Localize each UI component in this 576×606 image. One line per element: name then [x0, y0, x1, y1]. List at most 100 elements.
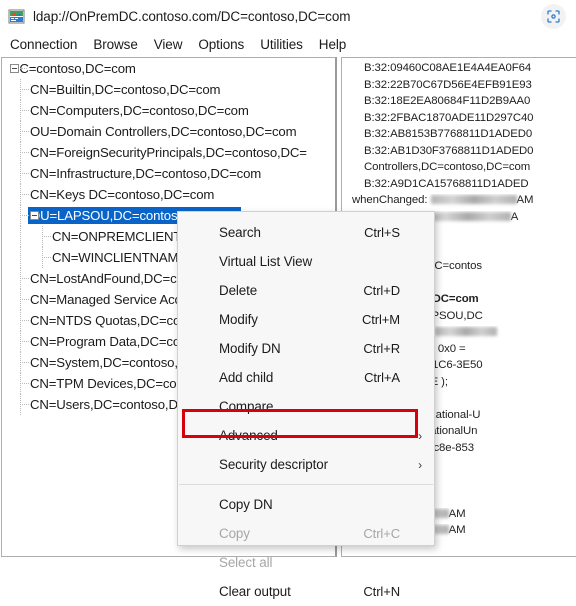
- tree-collapse-icon[interactable]: [10, 64, 19, 73]
- tree-connector-line: [20, 194, 30, 195]
- context-menu-item-search[interactable]: Search Ctrl+S: [178, 218, 434, 247]
- submenu-chevron-right-icon: ›: [418, 428, 422, 443]
- context-menu-item-label: Virtual List View: [219, 254, 313, 269]
- tree-connector-line: [20, 173, 30, 174]
- tree-node-label: CN=Builtin,DC=contoso,DC=com: [30, 82, 221, 97]
- tree-connector-line: [20, 278, 30, 279]
- tree-connector-line: [20, 320, 30, 321]
- tree-connector-line: [20, 110, 30, 111]
- redacted-timestamp: [424, 211, 511, 221]
- context-menu-item-shortcut: Ctrl+S: [364, 225, 400, 240]
- tree-node-label: OU=Domain Controllers,DC=contoso,DC=com: [30, 124, 297, 139]
- tree-connector-line: [42, 236, 51, 237]
- context-menu-item-label: Copy: [219, 526, 250, 541]
- output-line-suffix: AM: [516, 194, 534, 206]
- context-menu-item-advanced[interactable]: Advanced ›: [178, 421, 434, 450]
- tree-connector-line: [20, 299, 30, 300]
- tree-connector-line: [20, 247, 21, 268]
- context-menu-item-delete[interactable]: Delete Ctrl+D: [178, 276, 434, 305]
- tree-node-label: CN=ForeignSecurityPrincipals,DC=contoso,…: [30, 145, 307, 160]
- context-menu-item-label: Security descriptor: [219, 457, 328, 472]
- context-menu-item-copy-dn[interactable]: Copy DN: [178, 490, 434, 519]
- menubar-item-utilities[interactable]: Utilities: [252, 35, 311, 54]
- output-line-text: B:32:AB1D30F3768811D1ADED0: [364, 144, 534, 157]
- title-bar: ldap://OnPremDC.contoso.com/DC=contoso,D…: [0, 0, 576, 33]
- tree-connector-line: [42, 257, 51, 258]
- ldp-app-icon: [8, 8, 25, 25]
- tree-connector-line: [20, 226, 21, 247]
- context-menu-item-copy: Copy Ctrl+C: [178, 519, 434, 548]
- context-menu-separator: [179, 484, 433, 485]
- tree-node[interactable]: CN=Keys DC=contoso,DC=com: [2, 184, 335, 205]
- tree-connector-line: [20, 89, 30, 90]
- context-menu-item-label: Delete: [219, 283, 258, 298]
- output-line-text: B:32:09460C08AE1E4A4EA0F64: [364, 62, 532, 74]
- menubar-item-view[interactable]: View: [146, 35, 191, 54]
- context-menu-item-shortcut: Ctrl+A: [364, 370, 400, 385]
- tree-connector-line: [20, 152, 30, 153]
- context-menu-item-shortcut: Ctrl+C: [363, 526, 400, 541]
- tree-node[interactable]: CN=Builtin,DC=contoso,DC=com: [2, 79, 335, 100]
- tree-connector-line: [20, 383, 30, 384]
- output-line: whenChanged: AM: [342, 194, 576, 211]
- tree-node[interactable]: DC=contoso,DC=com: [2, 58, 335, 79]
- output-line: B:32:A9D1CA15768811D1ADED: [342, 178, 576, 195]
- menubar-item-connection[interactable]: Connection: [2, 35, 85, 54]
- output-line: B:32:18E2EA80684F11D2B9AA0: [342, 95, 576, 112]
- context-menu-item-compare[interactable]: Compare: [178, 392, 434, 421]
- context-menu-item-label: Copy DN: [219, 497, 273, 512]
- tree-node-label: CN=Keys DC=contoso,DC=com: [30, 187, 215, 202]
- output-line-text: B:32:22B70C67D56E4EFB91E93: [364, 78, 532, 91]
- menubar-item-help[interactable]: Help: [311, 35, 354, 54]
- output-line-text: B:32:2FBAC1870ADE11D297C40: [364, 111, 534, 124]
- context-menu-item-modify-dn[interactable]: Modify DN Ctrl+R: [178, 334, 434, 363]
- window-title: ldap://OnPremDC.contoso.com/DC=contoso,D…: [33, 9, 351, 24]
- context-menu-item-label: Search: [219, 225, 261, 240]
- menubar-item-browse[interactable]: Browse: [85, 35, 145, 54]
- tree-connector-line: [20, 131, 30, 132]
- tree-node[interactable]: CN=Infrastructure,DC=contoso,DC=com: [2, 163, 335, 184]
- output-line-text: B:32:A9D1CA15768811D1ADED: [364, 177, 529, 190]
- context-menu-item-shortcut: Ctrl+D: [363, 283, 400, 298]
- output-line-text: Controllers,DC=contoso,DC=com: [364, 161, 531, 173]
- context-menu[interactable]: Search Ctrl+S Virtual List View Delete Ctrl+…: [177, 211, 435, 599]
- context-menu-item-label: Advanced: [219, 428, 278, 443]
- menubar-item-options[interactable]: Options: [190, 35, 252, 54]
- tree-node[interactable]: CN=ForeignSecurityPrincipals,DC=contoso,…: [2, 142, 335, 163]
- tree-connector-line: [20, 215, 30, 216]
- context-menu-item-label: Compare: [219, 399, 274, 414]
- output-line: B:32:22B70C67D56E4EFB91E93: [342, 79, 576, 96]
- output-line: B:32:09460C08AE1E4A4EA0F64: [342, 62, 576, 79]
- tree-connector-line: [20, 341, 30, 342]
- context-menu-item-shortcut: Ctrl+N: [363, 584, 400, 599]
- context-menu-item-label: Select all: [219, 555, 273, 570]
- context-menu-item-label: Add child: [219, 370, 274, 385]
- context-menu-item-virtual-list-view[interactable]: Virtual List View: [178, 247, 434, 276]
- context-menu-item-add-child[interactable]: Add child Ctrl+A: [178, 363, 434, 392]
- context-menu-item-shortcut: Ctrl+M: [361, 312, 400, 327]
- output-line-text: whenChanged:: [352, 194, 431, 206]
- context-menu-item-security-descriptor[interactable]: Security descriptor ›: [178, 450, 434, 479]
- output-line: B:32:AB8153B7768811D1ADED0: [342, 128, 576, 145]
- tree-node[interactable]: OU=Domain Controllers,DC=contoso,DC=com: [2, 121, 335, 142]
- output-line-suffix: AM: [448, 507, 466, 520]
- output-line: B:32:AB1D30F3768811D1ADED0: [342, 145, 576, 162]
- tree-collapse-icon[interactable]: [30, 211, 39, 220]
- tree-node-label: DC=contoso,DC=com: [10, 61, 136, 76]
- tree-connector-line: [20, 68, 28, 69]
- context-menu-item-clear-output[interactable]: Clear output Ctrl+N: [178, 577, 434, 606]
- context-menu-item-select-all: Select all: [178, 548, 434, 577]
- output-line-suffix: AM: [448, 524, 466, 536]
- context-menu-item-shortcut: Ctrl+R: [363, 341, 400, 356]
- output-line-text: B:32:18E2EA80684F11D2B9AA0: [364, 95, 531, 107]
- output-line: Controllers,DC=contoso,DC=com: [342, 161, 576, 178]
- tree-node[interactable]: CN=Computers,DC=contoso,DC=com: [2, 100, 335, 121]
- context-menu-item-label: Modify: [219, 312, 258, 327]
- scan-focus-icon[interactable]: [541, 4, 566, 29]
- tree-node-label: CN=Computers,DC=contoso,DC=com: [30, 103, 249, 118]
- context-menu-item-modify[interactable]: Modify Ctrl+M: [178, 305, 434, 334]
- redacted-timestamp: [430, 195, 517, 205]
- output-line-text: B:32:AB8153B7768811D1ADED0: [364, 128, 533, 140]
- tree-node-label: CN=Infrastructure,DC=contoso,DC=com: [30, 166, 262, 181]
- tree-connector-line: [20, 362, 30, 363]
